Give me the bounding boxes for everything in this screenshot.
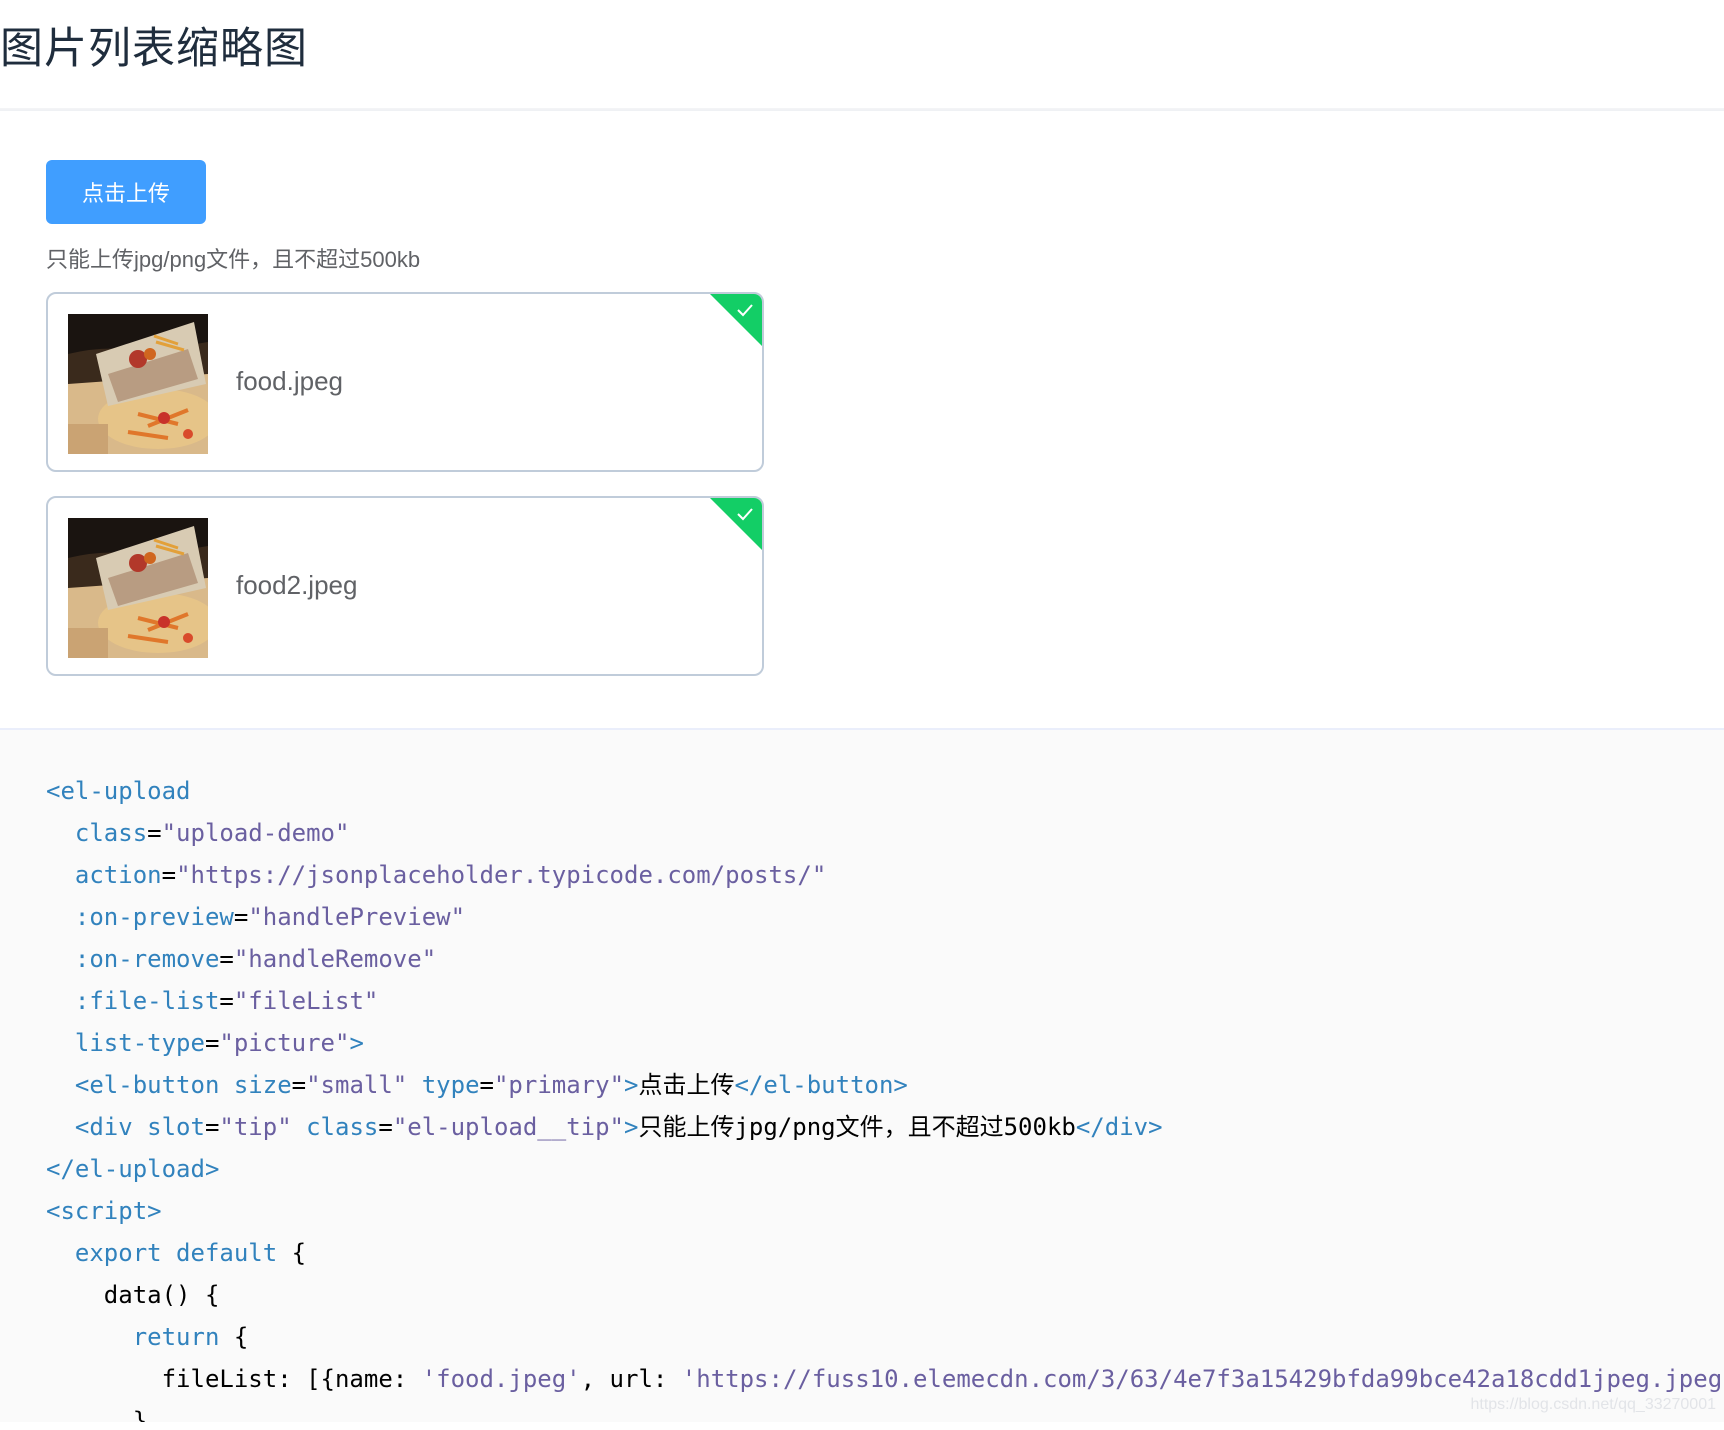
code-token: "picture" [219, 1029, 350, 1057]
upload-file-item[interactable]: food.jpeg [46, 292, 764, 472]
code-token: <div [74, 1113, 133, 1141]
code-token: > [624, 1071, 639, 1099]
code-token: = [204, 1029, 220, 1057]
code-token: 只能上传jpg/png文件，且不超过500kb [638, 1113, 1076, 1141]
code-token: </div> [1075, 1113, 1163, 1141]
code-token: { [277, 1239, 307, 1267]
code-token: action [74, 861, 162, 889]
code-token: = [161, 861, 177, 889]
code-token: "small" [306, 1071, 408, 1099]
code-token: size [233, 1071, 292, 1099]
code-block[interactable]: <el-upload class="upload-demo" action="h… [46, 770, 1722, 1422]
code-token: = [219, 945, 234, 973]
code-token: </el-upload> [46, 1155, 220, 1183]
code-token: </el-button> [734, 1071, 908, 1099]
code-token: = [219, 987, 234, 1015]
code-token: type [421, 1071, 480, 1099]
code-token: class [74, 819, 148, 847]
code-token: "upload-demo" [161, 819, 350, 847]
code-token: slot [147, 1113, 205, 1141]
code-token: "primary" [493, 1071, 625, 1099]
upload-tip: 只能上传jpg/png文件，且不超过500kb [46, 247, 421, 272]
code-line: <el-button size="small" type="primary">点… [46, 1064, 1722, 1106]
food-thumbnail-icon[interactable] [68, 314, 208, 454]
code-token: = [291, 1071, 307, 1099]
code-token: }, [46, 1407, 162, 1422]
upload-button[interactable]: 点击上传 [46, 160, 206, 224]
code-token: 'food.jpeg' [421, 1365, 581, 1393]
code-token: <script> [46, 1197, 162, 1225]
code-line: :on-preview="handlePreview" [46, 896, 1722, 938]
code-line: data() { [46, 1274, 1722, 1316]
code-token: :file-list [74, 987, 220, 1015]
code-line: return { [46, 1316, 1722, 1358]
code-token: = [479, 1071, 494, 1099]
code-token: :on-preview [74, 903, 234, 931]
code-token: "el-upload__tip" [392, 1113, 624, 1141]
watermark: https://blog.csdn.net/qq_33270001 [1470, 1396, 1716, 1413]
code-token: list-type [74, 1029, 205, 1057]
check-icon [700, 498, 762, 560]
code-token: "handlePreview" [248, 903, 466, 931]
code-token: :on-remove [74, 945, 220, 973]
food-thumbnail-icon[interactable] [68, 518, 208, 658]
file-name[interactable]: food.jpeg [236, 366, 343, 397]
code-token: , url: [580, 1365, 682, 1393]
code-token: "https://jsonplaceholder.typicode.com/po… [176, 861, 827, 889]
code-line: <script> [46, 1190, 1722, 1232]
code-token: return [132, 1323, 220, 1351]
code-line: list-type="picture"> [46, 1022, 1722, 1064]
code-token: fileList: [{name: [46, 1365, 422, 1393]
code-line: fileList: [{name: 'food.jpeg', url: 'htt… [46, 1358, 1723, 1400]
code-token: 点击上传 [638, 1071, 735, 1099]
code-token: = [204, 1113, 220, 1141]
code-line: :file-list="fileList" [46, 980, 1722, 1022]
header-divider [0, 108, 1724, 111]
code-token: "handleRemove" [233, 945, 437, 973]
page-title: 图片列表缩略图 [0, 25, 308, 73]
check-icon [700, 294, 762, 356]
code-token: data() { [46, 1281, 220, 1309]
code-token: 'https://fuss10.elemecdn.com/3/63/4e7f3a… [681, 1365, 1723, 1393]
code-token: "tip" [219, 1113, 292, 1141]
code-token: "fileList" [233, 987, 379, 1015]
file-name[interactable]: food2.jpeg [236, 570, 357, 601]
code-token: = [378, 1113, 393, 1141]
code-token: class [306, 1113, 379, 1141]
code-line: :on-remove="handleRemove" [46, 938, 1722, 980]
code-token: export default [74, 1239, 278, 1267]
code-line: class="upload-demo" [46, 812, 1722, 854]
code-line: <el-upload [46, 770, 1722, 812]
code-line: </el-upload> [46, 1148, 1722, 1190]
code-token: > [624, 1113, 639, 1141]
code-line: export default { [46, 1232, 1722, 1274]
code-example: <el-upload class="upload-demo" action="h… [0, 728, 1724, 1422]
code-token: = [147, 819, 162, 847]
code-token: <el-button [74, 1071, 220, 1099]
code-token: > [349, 1029, 364, 1057]
code-line: action="https://jsonplaceholder.typicode… [46, 854, 1722, 896]
code-token: = [233, 903, 249, 931]
code-line: <div slot="tip" class="el-upload__tip">只… [46, 1106, 1722, 1148]
upload-file-item[interactable]: food2.jpeg [46, 496, 764, 676]
code-token: { [219, 1323, 249, 1351]
code-token: <el-upload [46, 777, 191, 805]
